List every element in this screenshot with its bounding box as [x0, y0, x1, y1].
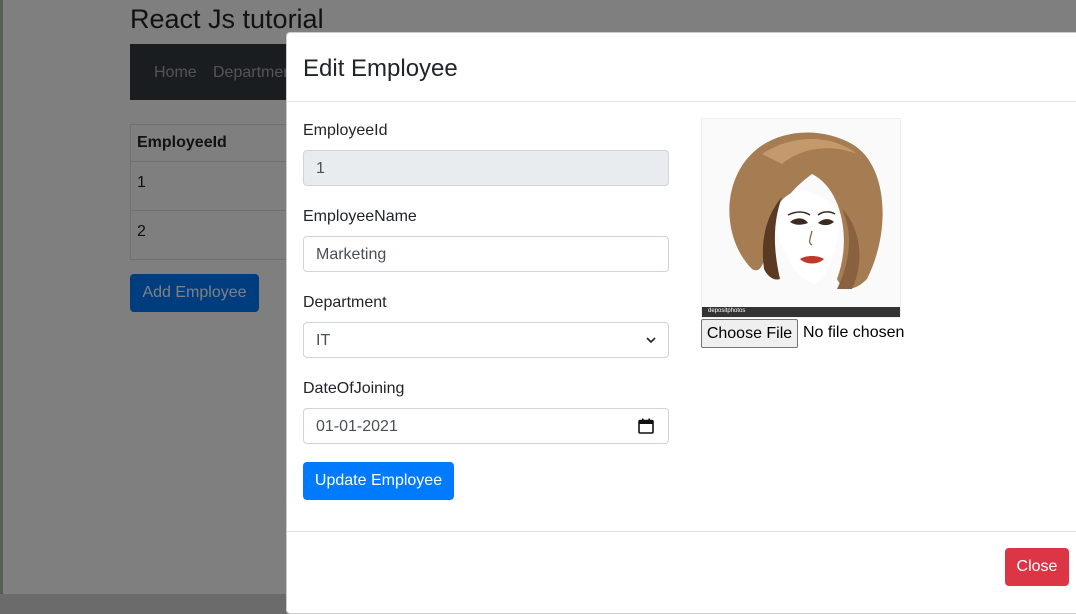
- employee-name-field[interactable]: Marketing: [303, 236, 669, 272]
- employee-name-label: EmployeeName: [303, 208, 417, 225]
- date-of-joining-label: DateOfJoining: [303, 380, 405, 397]
- edit-employee-modal: Edit Employee EmployeeId 1 EmployeeName …: [286, 32, 1076, 614]
- woman-portrait-illustration: [729, 132, 883, 289]
- department-label: Department: [303, 294, 387, 311]
- photo-watermark: depositphotos: [708, 308, 746, 314]
- employee-id-value: 1: [316, 160, 325, 177]
- file-status: No file chosen: [803, 324, 905, 341]
- employee-photo: depositphotos: [701, 118, 901, 318]
- update-employee-button[interactable]: Update Employee: [303, 462, 454, 500]
- calendar-icon[interactable]: [638, 418, 654, 434]
- modal-header: Edit Employee: [287, 33, 1076, 102]
- window-edge: [0, 0, 3, 594]
- employee-name-value: Marketing: [316, 246, 387, 263]
- date-of-joining-field[interactable]: 01-01-2021: [303, 408, 669, 444]
- department-select[interactable]: IT: [303, 322, 669, 358]
- choose-file-button[interactable]: Choose File: [701, 319, 798, 348]
- chevron-down-icon: [646, 337, 656, 344]
- modal-title: Edit Employee: [303, 55, 458, 82]
- date-of-joining-value: 01-01-2021: [316, 418, 398, 435]
- employee-id-field: 1: [303, 150, 669, 186]
- employee-id-label: EmployeeId: [303, 122, 388, 139]
- department-value: IT: [316, 332, 331, 349]
- photo-watermark-bar: depositphotos: [702, 307, 900, 317]
- modal-footer: Close: [287, 531, 1076, 614]
- close-button[interactable]: Close: [1005, 548, 1069, 586]
